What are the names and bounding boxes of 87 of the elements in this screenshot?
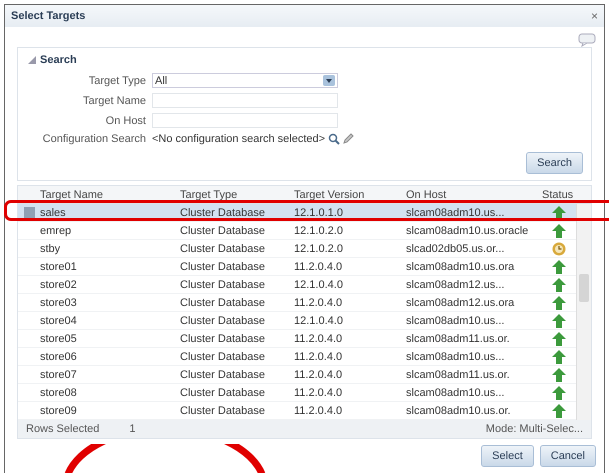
table-cell-text: Cluster Database bbox=[180, 224, 266, 236]
table-cell-text: slcam08adm10.us.or. bbox=[406, 404, 512, 416]
target-type-dropdown[interactable]: All bbox=[152, 73, 338, 88]
table-cell-text: 11.2.0.4.0 bbox=[294, 368, 344, 380]
table-cell-text: Cluster Database bbox=[180, 350, 266, 362]
dialog-title: Select Targets bbox=[11, 10, 86, 22]
table-cell-text: store09 bbox=[40, 404, 78, 416]
table-cell-text: slcam08adm10.us.ora bbox=[406, 260, 516, 272]
table-cell-text: 11.2.0.4.0 bbox=[294, 260, 344, 272]
table-row[interactable]: emrep Cluster Database 12.1.0.2.0 slcam08adm10.us.oracle bbox=[18, 222, 576, 240]
section-title: Search bbox=[40, 54, 77, 66]
rows-selected-label: Rows Selected bbox=[26, 423, 100, 435]
dialog-button[interactable]: Select bbox=[481, 445, 534, 467]
table-row[interactable]: store01 Cluster Database 11.2.0.4.0 slcam08adm10.us.ora bbox=[18, 258, 576, 276]
table-cell-text: store02 bbox=[40, 278, 78, 290]
column-header[interactable]: Target Type bbox=[180, 188, 294, 200]
table-cell-text: 12.1.0.1.0 bbox=[294, 206, 344, 218]
field-label: Configuration Search bbox=[42, 133, 146, 145]
table-cell-text: slcam08adm12.us.ora bbox=[406, 296, 516, 308]
table-row[interactable]: stby Cluster Database 12.1.0.2.0 slcad02db05.us.or... bbox=[18, 240, 576, 258]
table-cell-text: slcam08adm10.us... bbox=[406, 206, 506, 218]
table-cell-text: Cluster Database bbox=[180, 260, 266, 272]
search-icon[interactable] bbox=[328, 133, 340, 145]
table-cell-text: Cluster Database bbox=[180, 332, 266, 344]
table-cell-text: slcad02db05.us.or... bbox=[406, 242, 506, 254]
table-row[interactable]: store08 Cluster Database 11.2.0.4.0 slcam08adm10.us... bbox=[18, 384, 576, 402]
field-label: Target Type bbox=[88, 74, 146, 86]
table-cell-text: Cluster Database bbox=[180, 314, 266, 326]
column-header[interactable]: Target Version bbox=[294, 188, 406, 200]
table-cell-text: store06 bbox=[40, 350, 78, 362]
table-cell-text: slcam08adm11.us.or. bbox=[406, 368, 511, 380]
table-cell-text: Cluster Database bbox=[180, 368, 266, 380]
table-cell-text: Cluster Database bbox=[180, 404, 266, 416]
table-cell-text: slcam08adm10.us... bbox=[406, 386, 506, 398]
field-label: Target Name bbox=[82, 94, 146, 106]
table-cell-text: 11.2.0.4.0 bbox=[294, 296, 344, 308]
help-icon[interactable] bbox=[578, 33, 596, 47]
table-cell-text: 12.1.0.4.0 bbox=[294, 278, 344, 290]
column-header[interactable]: On Host bbox=[406, 188, 542, 200]
table-cell-text: 12.1.0.4.0 bbox=[294, 314, 344, 326]
table-cell-text: store05 bbox=[40, 332, 78, 344]
table-cell-text: slcam08adm10.us... bbox=[406, 314, 506, 326]
scrollbar[interactable] bbox=[576, 204, 591, 420]
table-cell-text: stby bbox=[40, 242, 62, 254]
table-row[interactable]: store07 Cluster Database 11.2.0.4.0 slcam08adm11.us.or. bbox=[18, 366, 576, 384]
table-cell-text: 12.1.0.2.0 bbox=[294, 224, 344, 236]
table-cell-text: Cluster Database bbox=[180, 386, 266, 398]
table-cell-text: store04 bbox=[40, 314, 78, 326]
table-cell-text: 12.1.0.2.0 bbox=[294, 242, 344, 254]
input-field[interactable] bbox=[152, 93, 338, 108]
table-cell-text: slcam08adm11.us.or. bbox=[406, 332, 511, 344]
table-cell-text: Cluster Database bbox=[180, 206, 266, 218]
table-cell-text: 11.2.0.4.0 bbox=[294, 404, 344, 416]
table-cell-text: store01 bbox=[40, 260, 78, 272]
dialog-button[interactable]: Cancel bbox=[540, 445, 596, 467]
table-row[interactable]: store09 Cluster Database 11.2.0.4.0 slcam08adm10.us.or. bbox=[18, 402, 576, 420]
table-cell-text: emrep bbox=[40, 224, 72, 236]
table-cell-text: slcam08adm10.us.oracle bbox=[406, 224, 530, 236]
table-cell-text: 11.2.0.4.0 bbox=[294, 386, 344, 398]
rows-selected-count: 1 bbox=[129, 423, 136, 435]
search-button[interactable]: Search bbox=[526, 152, 583, 174]
table-cell-text: 11.2.0.4.0 bbox=[294, 350, 344, 362]
table-cell-text: Cluster Database bbox=[180, 296, 266, 308]
table-cell-text: slcam08adm12.us... bbox=[406, 278, 506, 290]
close-button[interactable]: × bbox=[590, 9, 598, 23]
table-row[interactable]: store02 Cluster Database 12.1.0.4.0 slcam08adm12.us... bbox=[18, 276, 576, 294]
table-row[interactable]: store05 Cluster Database 11.2.0.4.0 slcam08adm11.us.or. bbox=[18, 330, 576, 348]
table-row[interactable]: store04 Cluster Database 12.1.0.4.0 slcam08adm10.us... bbox=[18, 312, 576, 330]
expanded-triangle-icon[interactable] bbox=[28, 56, 36, 64]
table-cell-text: store07 bbox=[40, 368, 78, 380]
table-cell-text: store03 bbox=[40, 296, 78, 308]
table-cell-text: 11.2.0.4.0 bbox=[294, 332, 344, 344]
column-header[interactable]: Status bbox=[542, 188, 577, 200]
table-cell-text: sales bbox=[40, 206, 67, 218]
table-row[interactable]: store03 Cluster Database 11.2.0.4.0 slcam08adm12.us.ora bbox=[18, 294, 576, 312]
table-cell-text: Cluster Database bbox=[180, 278, 266, 290]
table-cell-text: store08 bbox=[40, 386, 78, 398]
config-search-value: <No configuration search selected> bbox=[152, 133, 326, 145]
mode-label: Mode: Multi-Selec... bbox=[486, 423, 583, 435]
table-cell-text: slcam08adm10.us... bbox=[406, 350, 506, 362]
pencil-icon[interactable] bbox=[342, 133, 354, 145]
input-field[interactable] bbox=[152, 113, 338, 128]
selection-handle[interactable] bbox=[24, 207, 34, 218]
table-row[interactable]: store06 Cluster Database 11.2.0.4.0 slcam08adm10.us... bbox=[18, 348, 576, 366]
field-label: On Host bbox=[104, 114, 146, 126]
column-header[interactable]: Target Name bbox=[40, 188, 180, 200]
table-cell-text: Cluster Database bbox=[180, 242, 266, 254]
